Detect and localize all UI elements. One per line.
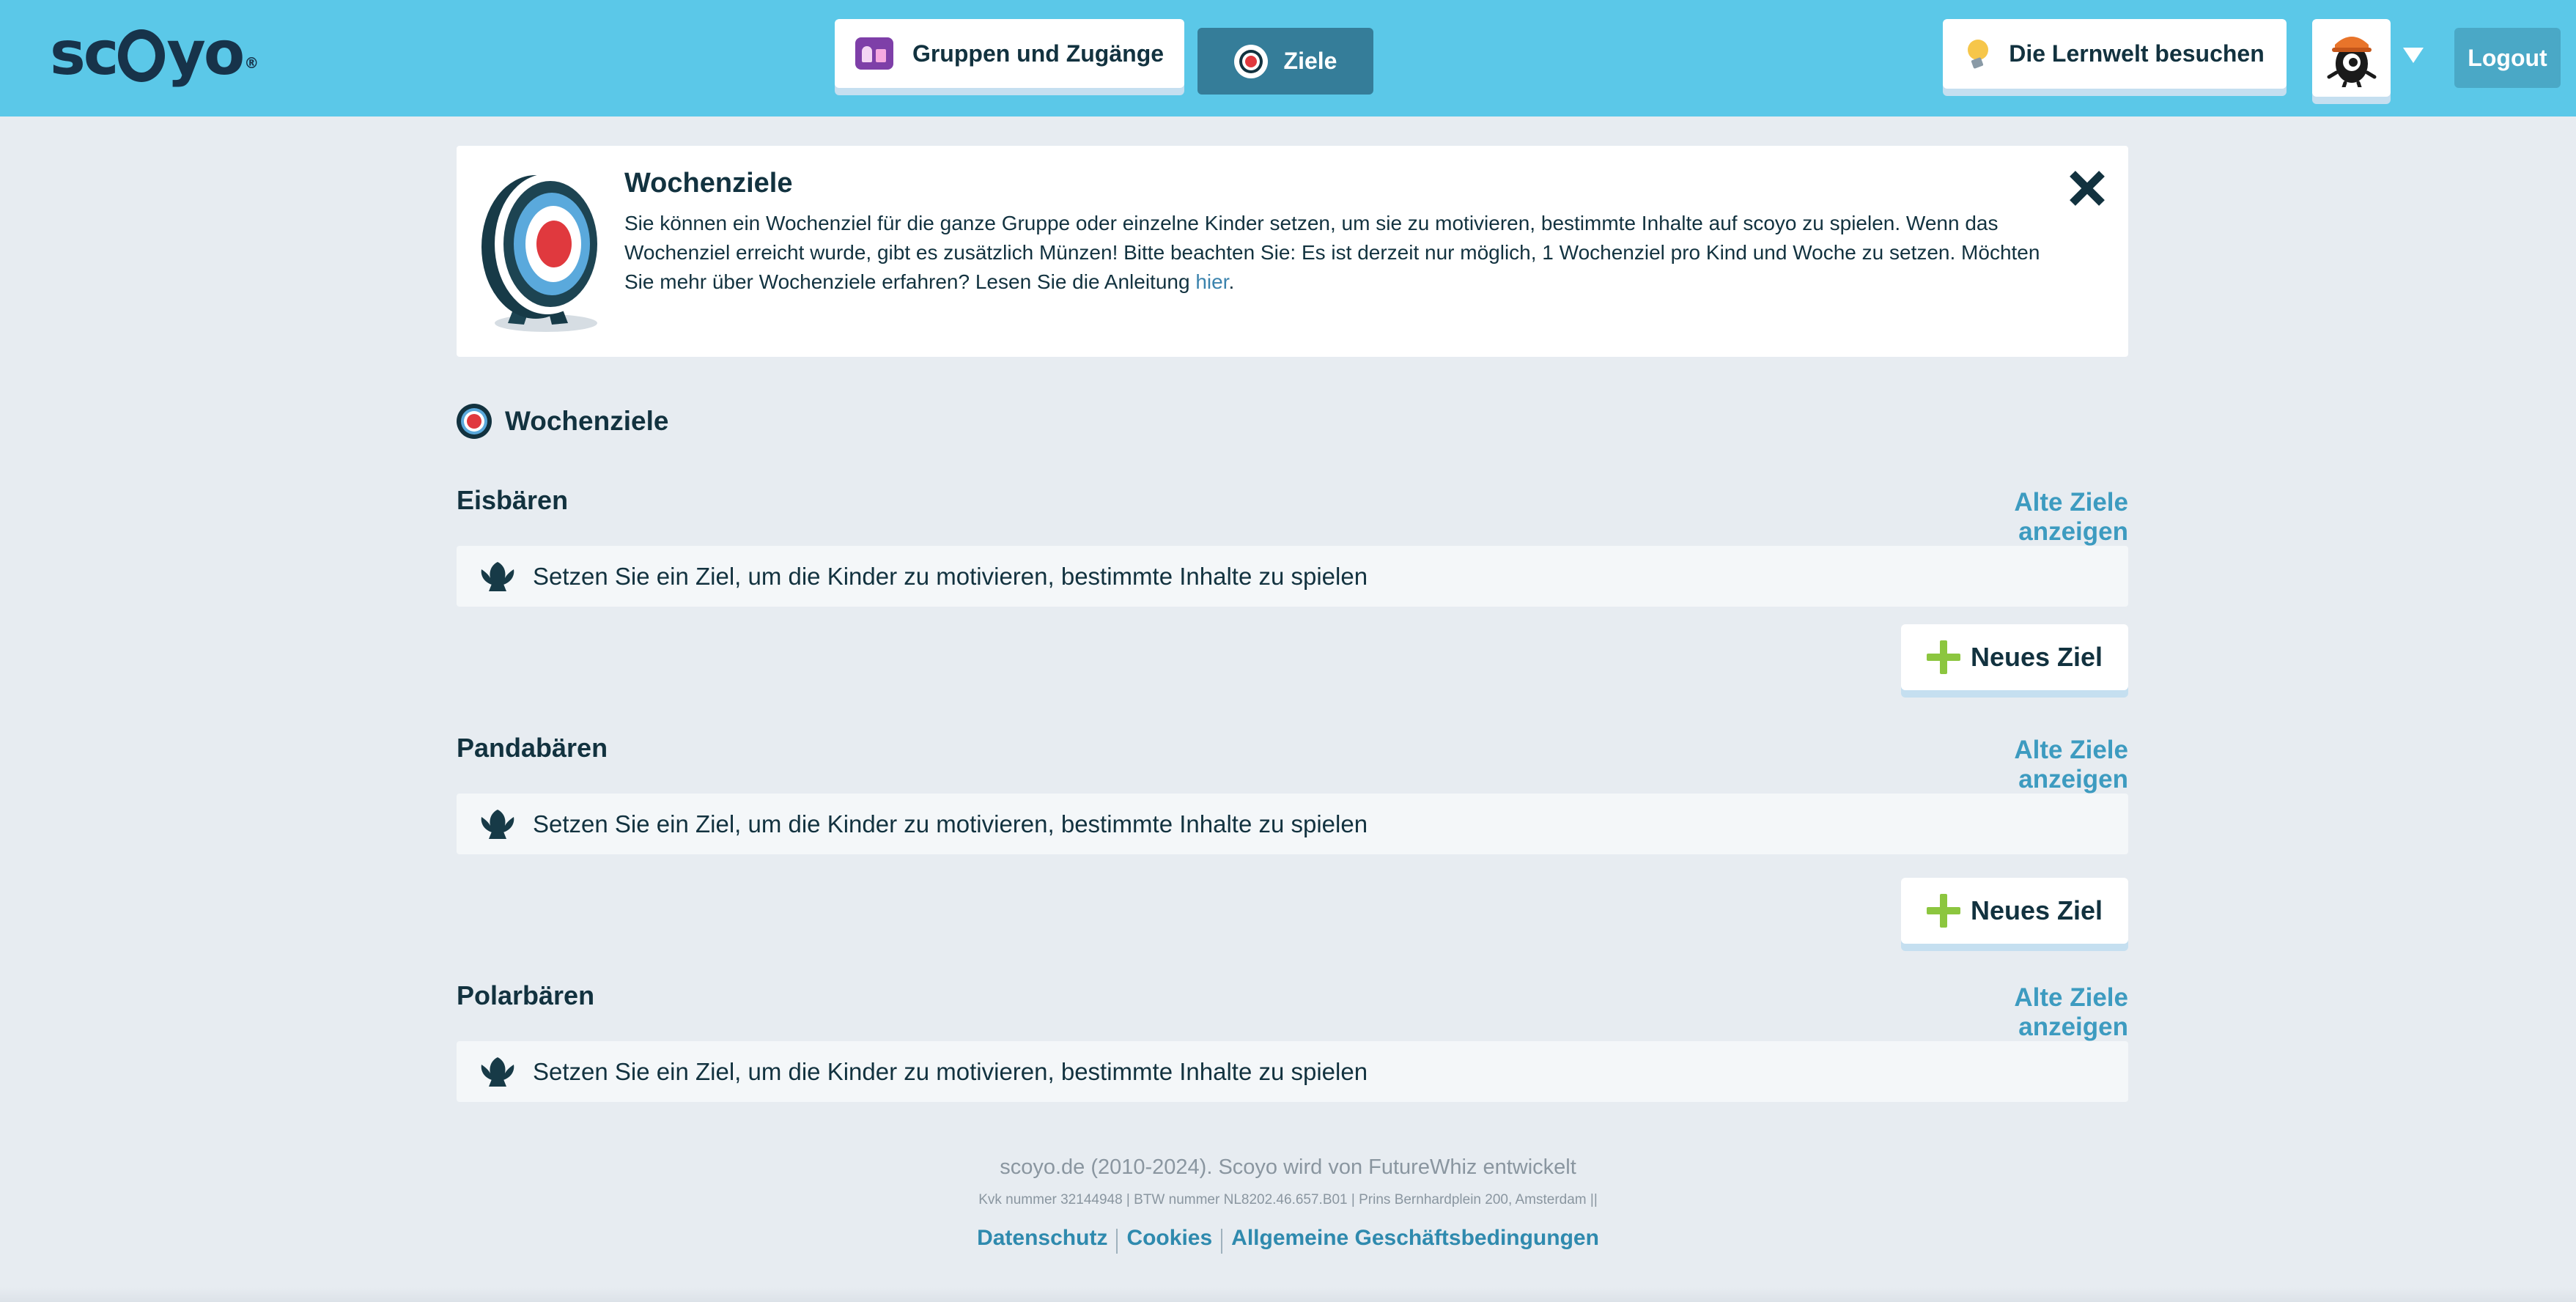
avatar-icon bbox=[2327, 37, 2376, 87]
plus-icon bbox=[1926, 640, 1960, 674]
new-goal-button[interactable]: Neues Ziel bbox=[1901, 878, 2128, 944]
privacy-link[interactable]: Datenschutz bbox=[968, 1226, 1116, 1254]
nav-goals-label: Ziele bbox=[1283, 48, 1337, 74]
info-text: Sie können ein Wochenziel für die ganze … bbox=[624, 209, 2053, 297]
lightbulb-icon bbox=[1965, 39, 1990, 69]
cookies-link[interactable]: Cookies bbox=[1118, 1226, 1221, 1254]
goal-empty-state: Setzen Sie ein Ziel, um die Kinder zu mo… bbox=[457, 1041, 2128, 1102]
group-name: Polarbären bbox=[457, 980, 595, 1010]
top-bar: sc yo ® Gruppen und Zugänge Ziele Die Lern… bbox=[0, 0, 2576, 116]
group-name: Pandabären bbox=[457, 733, 608, 763]
nav-groups-button[interactable]: Gruppen und Zugänge bbox=[835, 19, 1184, 88]
goal-empty-text: Setzen Sie ein Ziel, um die Kinder zu mo… bbox=[533, 810, 1368, 837]
logo-registered-mark: ® bbox=[244, 54, 259, 72]
nav-lernwelt-label: Die Lernwelt besuchen bbox=[2009, 40, 2265, 67]
show-old-goals-link[interactable]: Alte Ziele anzeigen bbox=[1908, 736, 2128, 794]
goal-empty-state: Setzen Sie ein Ziel, um die Kinder zu mo… bbox=[457, 794, 2128, 854]
instructions-link[interactable]: hier bbox=[1195, 270, 1228, 293]
group-name: Eisbären bbox=[457, 485, 569, 515]
info-text-body: Sie können ein Wochenziel für die ganze … bbox=[624, 212, 2040, 293]
close-icon bbox=[2070, 171, 2105, 206]
nav-goals-button[interactable]: Ziele bbox=[1197, 28, 1373, 95]
goal-empty-text: Setzen Sie ein Ziel, um die Kinder zu mo… bbox=[533, 1057, 1368, 1085]
goal-empty-state: Setzen Sie ein Ziel, um die Kinder zu mo… bbox=[457, 546, 2128, 607]
new-goal-label: Neues Ziel bbox=[1970, 895, 2103, 925]
logo-o-icon bbox=[118, 29, 166, 82]
avatar-menu-toggle[interactable] bbox=[2401, 42, 2426, 67]
footer-links: Datenschutz Cookies Allgemeine Geschäfts… bbox=[0, 1226, 2576, 1254]
target-icon bbox=[1233, 44, 1268, 78]
chevron-down-icon bbox=[2403, 48, 2424, 63]
fan-icon bbox=[481, 809, 514, 839]
logout-label: Logout bbox=[2468, 44, 2547, 71]
info-text-end: . bbox=[1228, 270, 1235, 293]
footer-copyright: scoyo.de (2010-2024). Scoyo wird von Fut… bbox=[1000, 1155, 1576, 1179]
goal-empty-text: Setzen Sie ein Ziel, um die Kinder zu mo… bbox=[533, 562, 1368, 590]
target-illustration-icon bbox=[481, 174, 600, 332]
section-header: Wochenziele bbox=[457, 404, 668, 439]
info-title: Wochenziele bbox=[624, 168, 793, 199]
bottom-shade bbox=[0, 1287, 2576, 1302]
logo-text-end: yo bbox=[166, 19, 245, 89]
new-goal-button[interactable]: Neues Ziel bbox=[1901, 624, 2128, 690]
logo-text-start: sc bbox=[50, 19, 119, 89]
logout-button[interactable]: Logout bbox=[2454, 28, 2561, 88]
groups-icon bbox=[855, 37, 893, 70]
show-old-goals-link[interactable]: Alte Ziele anzeigen bbox=[1908, 983, 2128, 1042]
nav-groups-label: Gruppen und Zugänge bbox=[912, 40, 1165, 67]
terms-link[interactable]: Allgemeine Geschäftsbedingungen bbox=[1222, 1226, 1608, 1254]
nav-lernwelt-button[interactable]: Die Lernwelt besuchen bbox=[1943, 19, 2287, 89]
close-info-button[interactable] bbox=[2065, 166, 2109, 210]
section-title: Wochenziele bbox=[505, 406, 669, 436]
show-old-goals-link[interactable]: Alte Ziele anzeigen bbox=[1908, 488, 2128, 547]
fan-icon bbox=[481, 561, 514, 591]
fan-icon bbox=[481, 1057, 514, 1087]
scoyo-logo[interactable]: sc yo ® bbox=[50, 23, 259, 85]
info-card: Wochenziele Sie können ein Wochenziel fü… bbox=[457, 146, 2128, 357]
avatar-button[interactable] bbox=[2312, 19, 2391, 97]
target-icon bbox=[457, 404, 492, 439]
new-goal-label: Neues Ziel bbox=[1970, 642, 2103, 672]
plus-icon bbox=[1926, 894, 1960, 928]
footer-legal: Kvk nummer 32144948 | BTW nummer NL8202.… bbox=[978, 1192, 1598, 1207]
